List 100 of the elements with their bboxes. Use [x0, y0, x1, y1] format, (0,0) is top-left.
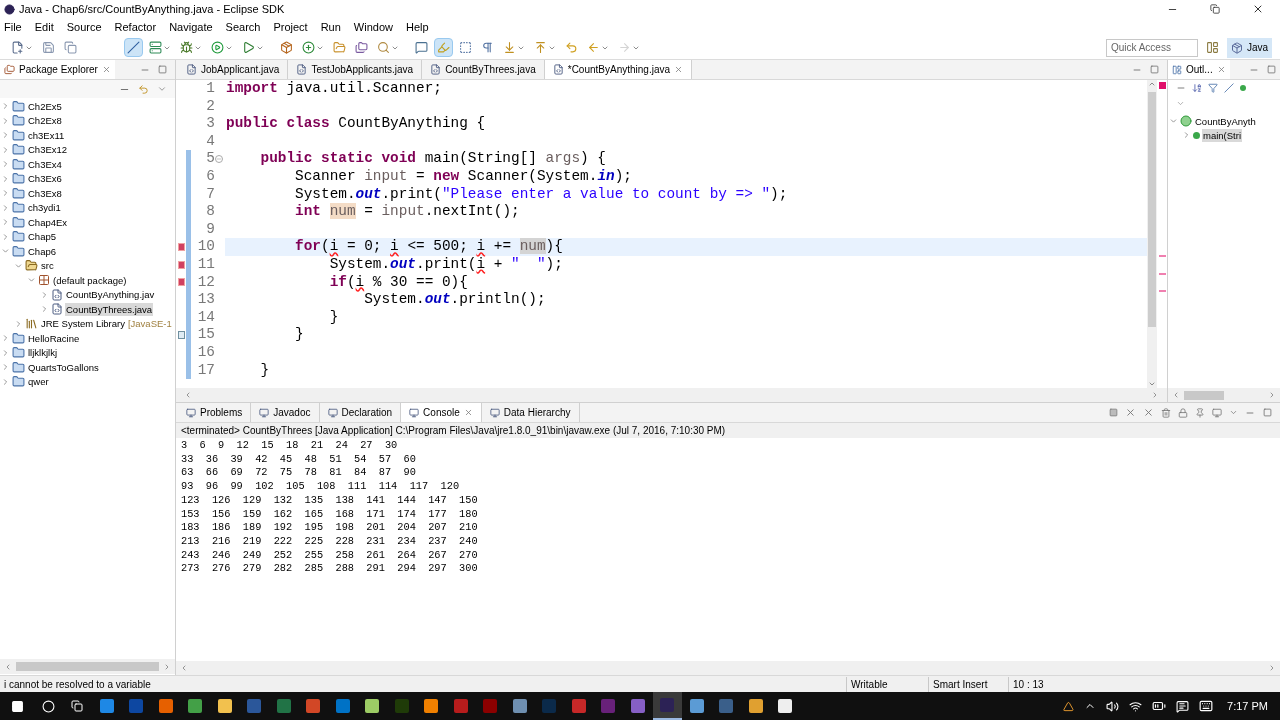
scroll-left-icon[interactable] — [184, 391, 192, 399]
menu-item[interactable]: Refactor — [114, 18, 157, 36]
error-mark[interactable] — [1158, 290, 1166, 293]
tree-item[interactable]: ch3ydi1 — [27, 201, 62, 215]
tree-item[interactable]: Chap4Ex — [27, 215, 69, 229]
tree-item[interactable]: CountByAnyth — [1194, 114, 1257, 128]
chevron-icon[interactable] — [1, 130, 10, 141]
tree-item[interactable]: Ch3Ex8 — [27, 186, 63, 200]
tree-item[interactable]: Ch2Ex8 — [27, 114, 63, 128]
tree-item[interactable]: qwer — [27, 375, 50, 389]
battery-icon[interactable] — [1152, 699, 1167, 713]
chevron-icon[interactable] — [1, 376, 10, 387]
tree-item[interactable]: main(Stri — [1202, 128, 1242, 142]
view-menu-icon[interactable] — [157, 84, 167, 94]
chevron-icon[interactable] — [1, 173, 10, 184]
tree-item[interactable]: Chap5 — [27, 230, 57, 244]
menu-item[interactable]: Search — [225, 18, 261, 36]
tree-item[interactable]: src — [40, 259, 55, 273]
chevron-icon[interactable] — [14, 318, 23, 329]
remove-all-icon[interactable] — [1143, 407, 1154, 418]
close-icon[interactable] — [1252, 3, 1264, 15]
chevron-icon[interactable] — [1, 217, 10, 228]
maximize-icon[interactable] — [1263, 408, 1272, 417]
menu-item[interactable]: Run — [320, 18, 341, 36]
tab[interactable]: *CountByAnything.java — [544, 60, 693, 79]
menu-item[interactable]: Project — [273, 18, 308, 36]
chevron-icon[interactable] — [1169, 116, 1178, 126]
chevron-icon[interactable] — [1, 362, 10, 373]
tree-item[interactable]: Ch3Ex4 — [27, 157, 63, 171]
scroll-up-icon[interactable] — [1148, 80, 1156, 88]
menu-item[interactable]: Navigate — [169, 18, 213, 36]
scroll-right-icon[interactable] — [1268, 664, 1276, 672]
restore-icon[interactable] — [1210, 4, 1220, 14]
menu-item[interactable]: Edit — [34, 18, 54, 36]
link-icon[interactable] — [138, 83, 149, 95]
chevron-icon[interactable] — [1, 333, 10, 344]
quick-access-field[interactable]: Quick Access — [1105, 38, 1198, 57]
chevron-icon[interactable] — [1, 144, 10, 155]
tree-item[interactable]: Ch2Ex5 — [27, 99, 63, 113]
open-perspective-icon[interactable] — [1205, 41, 1219, 54]
tree-item[interactable]: ch3Ex11 — [27, 128, 66, 142]
display-icon[interactable] — [1212, 407, 1222, 418]
maximize-icon[interactable] — [158, 65, 167, 74]
caret-icon[interactable] — [1229, 408, 1238, 417]
scroll-right-icon[interactable] — [163, 662, 171, 671]
menu-item[interactable]: Window — [353, 18, 393, 36]
wifi-icon[interactable] — [1129, 699, 1143, 713]
tree-item[interactable]: HelloRacine — [27, 331, 81, 345]
error-mark[interactable] — [1158, 255, 1166, 258]
stop-icon[interactable] — [1109, 408, 1118, 417]
toolbar-button[interactable] — [434, 38, 453, 57]
remove-icon[interactable] — [1125, 407, 1136, 418]
scroll-right-icon[interactable] — [1151, 391, 1159, 399]
tree-item[interactable]: Ch3Ex6 — [27, 172, 63, 186]
chevron-icon[interactable] — [1, 188, 10, 199]
chevron-icon[interactable] — [1, 101, 10, 112]
scroll-left-icon[interactable] — [4, 662, 12, 671]
tree-item[interactable]: lljklkjlkj — [27, 346, 59, 360]
maximize-icon[interactable] — [1150, 65, 1159, 74]
chevron-icon[interactable] — [1, 347, 10, 358]
scroll-left-icon[interactable] — [180, 664, 188, 672]
perspective-button[interactable]: Java — [1226, 37, 1272, 58]
menu-item[interactable]: Help — [406, 18, 429, 36]
trash-icon[interactable] — [1161, 407, 1171, 418]
tree-item[interactable]: Chap6 — [27, 244, 57, 258]
scroll-down-icon[interactable] — [1148, 380, 1156, 388]
volume-icon[interactable] — [1106, 699, 1120, 713]
app-tray-icon[interactable] — [1063, 700, 1075, 712]
tree-item[interactable]: JRE System Library — [40, 317, 126, 331]
tree-item[interactable]: (default package) — [52, 273, 128, 287]
chevron-icon[interactable] — [40, 289, 49, 300]
taskbar-app[interactable] — [652, 692, 682, 720]
toolbar-button[interactable] — [61, 38, 80, 57]
sort-icon[interactable] — [1192, 83, 1202, 93]
tree-item[interactable]: CountByAnything.jav — [65, 288, 156, 302]
scrollbar-thumb[interactable] — [1184, 390, 1224, 400]
chevron-icon[interactable] — [1, 231, 10, 242]
notification-icon[interactable] — [1176, 699, 1190, 713]
keyboard-icon[interactable] — [1199, 699, 1214, 713]
tree-item[interactable]: Ch3Ex12 — [27, 143, 69, 157]
maximize-icon[interactable] — [1267, 65, 1276, 74]
toolbar-button[interactable] — [124, 38, 143, 57]
menu-item[interactable]: Source — [66, 18, 102, 36]
chevron-icon[interactable] — [1, 159, 10, 170]
chevron-icon[interactable] — [1182, 130, 1191, 140]
scroll-right-icon[interactable] — [1268, 391, 1276, 399]
chevron-icon[interactable] — [1, 202, 10, 213]
chevron-icon[interactable] — [40, 304, 49, 315]
tree-item[interactable]: CountByThrees.java — [65, 302, 154, 316]
scrollbar-thumb[interactable] — [1148, 92, 1156, 327]
pin-icon[interactable] — [1195, 407, 1205, 418]
scroll-left-icon[interactable] — [1172, 391, 1180, 399]
tree-item[interactable]: QuartsToGallons — [27, 360, 100, 374]
menu-item[interactable]: File — [4, 18, 22, 36]
clock[interactable]: 7:17 PM — [1223, 697, 1272, 715]
lock-icon[interactable] — [1178, 407, 1188, 418]
scrollbar-thumb[interactable] — [16, 662, 159, 671]
chevron-icon[interactable] — [1, 115, 10, 126]
error-mark[interactable] — [1158, 272, 1166, 275]
tab[interactable]: Console — [401, 403, 482, 422]
